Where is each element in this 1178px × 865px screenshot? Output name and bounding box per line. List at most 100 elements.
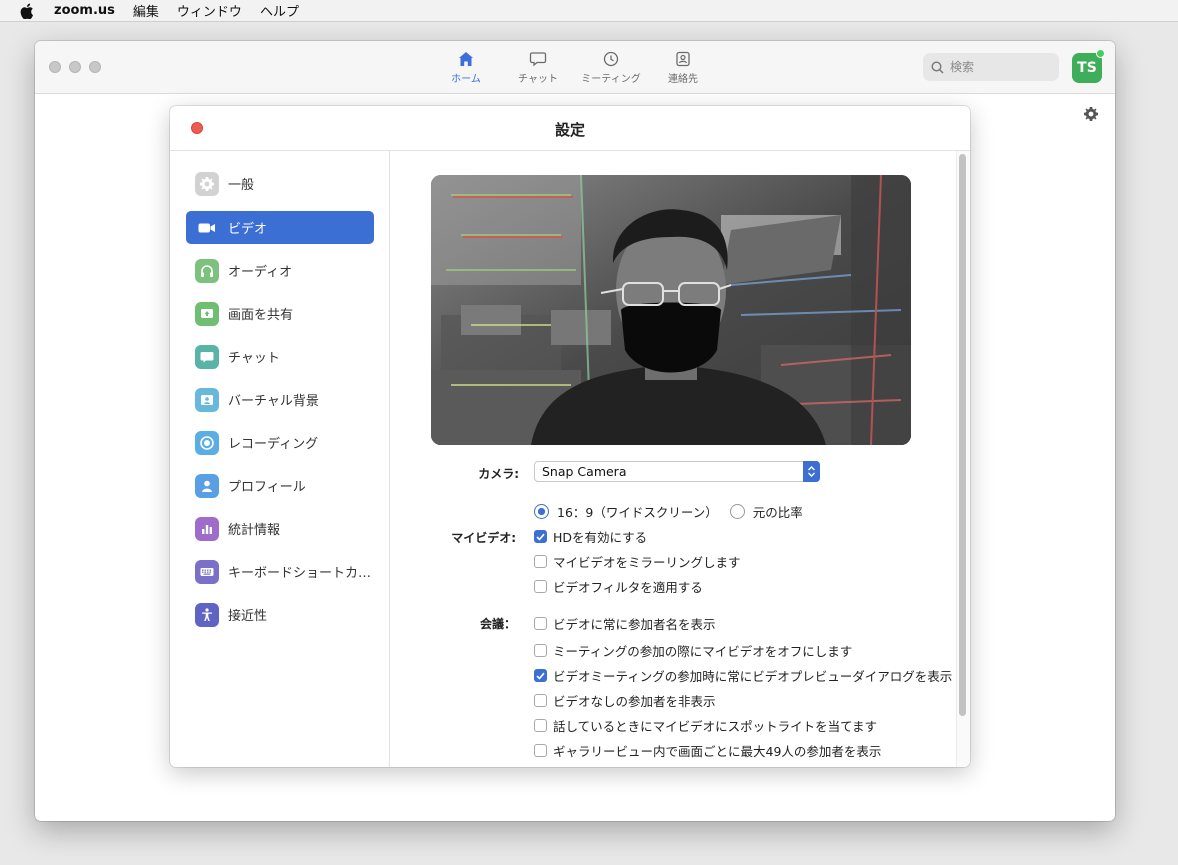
record-icon [195, 430, 219, 455]
clock-icon [603, 51, 619, 67]
option-mirror-video-label[interactable]: マイビデオをミラーリングします [553, 552, 741, 571]
window-titlebar: ホーム チャット ミーティング 連絡先 検索 TS [35, 41, 1115, 94]
tab-chat[interactable]: チャット [503, 51, 573, 91]
window-zoom-button[interactable] [89, 61, 101, 73]
chat-bubble-icon [195, 344, 219, 369]
radio-widescreen-label[interactable]: 16：9（ワイドスクリーン） [557, 502, 718, 521]
accessibility-icon [195, 602, 219, 627]
option-always-show-names[interactable]: ビデオに常に参加者名を表示 [534, 614, 716, 633]
headphones-icon [195, 258, 219, 283]
sidebar-item-accessibility[interactable]: 接近性 [186, 598, 374, 631]
option-show-preview-dialog-label[interactable]: ビデオミーティングの参加時に常にビデオプレビューダイアログを表示 [553, 666, 952, 685]
option-turn-off-video-on-join-label[interactable]: ミーティングの参加の際にマイビデオをオフにします [553, 641, 852, 660]
camera-preview [431, 175, 911, 445]
option-hide-non-video-label[interactable]: ビデオなしの参加者を非表示 [553, 691, 716, 710]
sidebar-item-keyboard-shortcuts[interactable]: キーボードショートカ… [186, 555, 374, 588]
sidebar-item-video[interactable]: ビデオ [186, 211, 374, 244]
sidebar-item-recording[interactable]: レコーディング [186, 426, 374, 459]
settings-dialog-header: 設定 [170, 106, 970, 151]
checkbox-spotlight-when-speaking[interactable] [534, 719, 547, 732]
option-spotlight-when-speaking-label[interactable]: 話しているときにマイビデオにスポットライトを当てます [553, 716, 877, 735]
sidebar-item-audio[interactable]: オーディオ [186, 254, 374, 287]
statistics-icon [195, 516, 219, 541]
checkbox-enable-hd[interactable] [534, 530, 547, 543]
apple-logo-icon[interactable] [20, 3, 34, 19]
sidebar-item-statistics[interactable]: 統計情報 [186, 512, 374, 545]
share-screen-icon [195, 301, 219, 326]
sidebar-item-general[interactable]: 一般 [186, 167, 374, 200]
menu-window[interactable]: ウィンドウ [177, 1, 242, 20]
window-close-button[interactable] [49, 61, 61, 73]
radio-original-ratio[interactable] [729, 504, 745, 519]
radio-original-ratio-label[interactable]: 元の比率 [753, 502, 803, 521]
option-enable-hd[interactable]: HDを有効にする [534, 527, 647, 546]
checkbox-mirror-video[interactable] [534, 555, 547, 568]
menu-app-name[interactable]: zoom.us [54, 3, 115, 18]
tab-home[interactable]: ホーム [431, 51, 501, 91]
window-minimize-button[interactable] [69, 61, 81, 73]
sidebar-item-chat-label: チャット [228, 351, 280, 366]
virtual-background-icon [195, 387, 219, 412]
my-video-label: マイビデオ: [451, 531, 516, 545]
option-hide-non-video[interactable]: ビデオなしの参加者を非表示 [534, 691, 716, 710]
option-spotlight-when-speaking[interactable]: 話しているときにマイビデオにスポットライトを当てます [534, 716, 877, 735]
sidebar-item-virtual-background-label: バーチャル背景 [228, 394, 319, 409]
checkbox-hide-non-video[interactable] [534, 694, 547, 707]
checkbox-turn-off-video-on-join[interactable] [534, 644, 547, 657]
option-gallery-49-label[interactable]: ギャラリービュー内で画面ごとに最大49人の参加者を表示 [553, 741, 881, 760]
option-gallery-49[interactable]: ギャラリービュー内で画面ごとに最大49人の参加者を表示 [534, 741, 881, 760]
tab-contacts-label: 連絡先 [668, 74, 698, 85]
meeting-label: 会議： [479, 617, 516, 631]
option-mirror-video[interactable]: マイビデオをミラーリングします [534, 552, 741, 571]
gear-icon [195, 171, 219, 196]
menu-help[interactable]: ヘルプ [260, 1, 299, 20]
menu-edit[interactable]: 編集 [133, 1, 159, 20]
option-video-filter-label[interactable]: ビデオフィルタを適用する [553, 577, 703, 596]
camera-label: カメラ: [478, 467, 519, 481]
search-icon [931, 60, 944, 74]
option-always-show-names-label[interactable]: ビデオに常に参加者名を表示 [553, 614, 716, 633]
select-stepper-icon[interactable] [803, 461, 820, 482]
camera-select-value: Snap Camera [542, 464, 627, 479]
video-camera-icon [195, 216, 219, 240]
option-enable-hd-label[interactable]: HDを有効にする [553, 527, 647, 546]
checkmark-icon [536, 672, 545, 680]
sidebar-item-recording-label: レコーディング [228, 437, 319, 452]
contacts-icon [676, 51, 690, 67]
sidebar-item-profile[interactable]: プロフィール [186, 469, 374, 502]
aspect-ratio-group: 16：9（ワイドスクリーン） 元の比率 [534, 502, 803, 521]
option-turn-off-video-on-join[interactable]: ミーティングの参加の際にマイビデオをオフにします [534, 641, 852, 660]
tab-contacts[interactable]: 連絡先 [648, 51, 718, 91]
checkbox-always-show-names[interactable] [534, 617, 547, 630]
sidebar-item-share-screen[interactable]: 画面を共有 [186, 297, 374, 330]
settings-gear-icon[interactable] [1083, 106, 1099, 122]
sidebar-item-virtual-background[interactable]: バーチャル背景 [186, 383, 374, 416]
sidebar-item-statistics-label: 統計情報 [228, 523, 281, 538]
camera-select[interactable]: Snap Camera [534, 461, 820, 482]
sidebar-item-chat[interactable]: チャット [186, 340, 374, 373]
keyboard-icon [195, 559, 219, 584]
checkbox-gallery-49[interactable] [534, 744, 547, 757]
option-show-preview-dialog[interactable]: ビデオミーティングの参加時に常にビデオプレビューダイアログを表示 [534, 666, 952, 685]
chat-icon [529, 52, 547, 67]
camera-preview-image [431, 175, 911, 445]
checkbox-show-preview-dialog[interactable] [534, 669, 547, 682]
tab-home-label: ホーム [451, 74, 481, 85]
tab-chat-label: チャット [518, 74, 558, 85]
checkbox-video-filter[interactable] [534, 580, 547, 593]
settings-scrollbar-thumb[interactable] [959, 154, 966, 716]
sidebar-item-video-label: ビデオ [228, 222, 268, 237]
settings-title: 設定 [554, 121, 585, 139]
presence-indicator [1096, 49, 1105, 58]
sidebar-item-share-screen-label: 画面を共有 [228, 308, 294, 323]
radio-widescreen[interactable] [534, 504, 549, 519]
sidebar-item-accessibility-label: 接近性 [228, 609, 268, 624]
video-settings-panel: カメラ: Snap Camera 16：9（ワイドスクリーン） 元の比率 マイビ… [391, 151, 956, 767]
sidebar-item-profile-label: プロフィール [228, 480, 306, 495]
settings-sidebar: 一般 ビデオ オーディオ 画面を共有 チャット バーチャル背景 レコーディング … [170, 151, 390, 767]
option-video-filter[interactable]: ビデオフィルタを適用する [534, 577, 703, 596]
search-input[interactable] [950, 60, 1050, 74]
search-box[interactable] [923, 53, 1059, 81]
tab-meetings[interactable]: ミーティング [576, 51, 646, 91]
home-icon [459, 52, 473, 66]
